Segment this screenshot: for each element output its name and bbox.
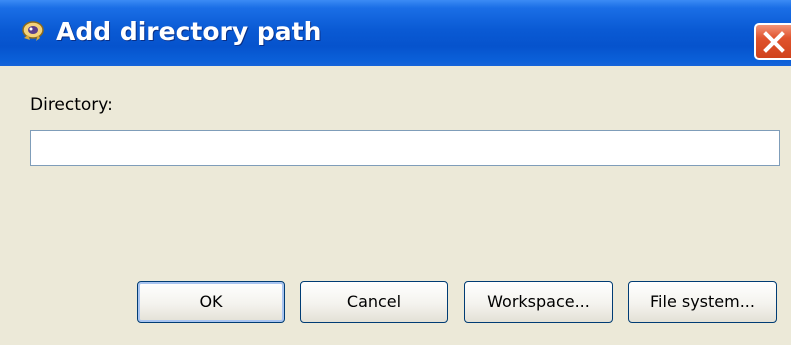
close-icon	[763, 31, 785, 53]
cancel-button[interactable]: Cancel	[300, 281, 448, 323]
dialog-app-icon	[16, 16, 50, 50]
ok-button[interactable]: OK	[137, 281, 285, 323]
add-directory-path-dialog: Add directory path Directory: OK Cancel …	[0, 0, 791, 345]
directory-input[interactable]	[30, 130, 780, 166]
file-system-button[interactable]: File system...	[628, 281, 777, 323]
dialog-title: Add directory path	[56, 17, 322, 46]
title-bar[interactable]: Add directory path	[0, 0, 791, 66]
workspace-button[interactable]: Workspace...	[464, 281, 613, 323]
close-button[interactable]	[754, 23, 791, 60]
directory-label: Directory:	[30, 95, 113, 115]
